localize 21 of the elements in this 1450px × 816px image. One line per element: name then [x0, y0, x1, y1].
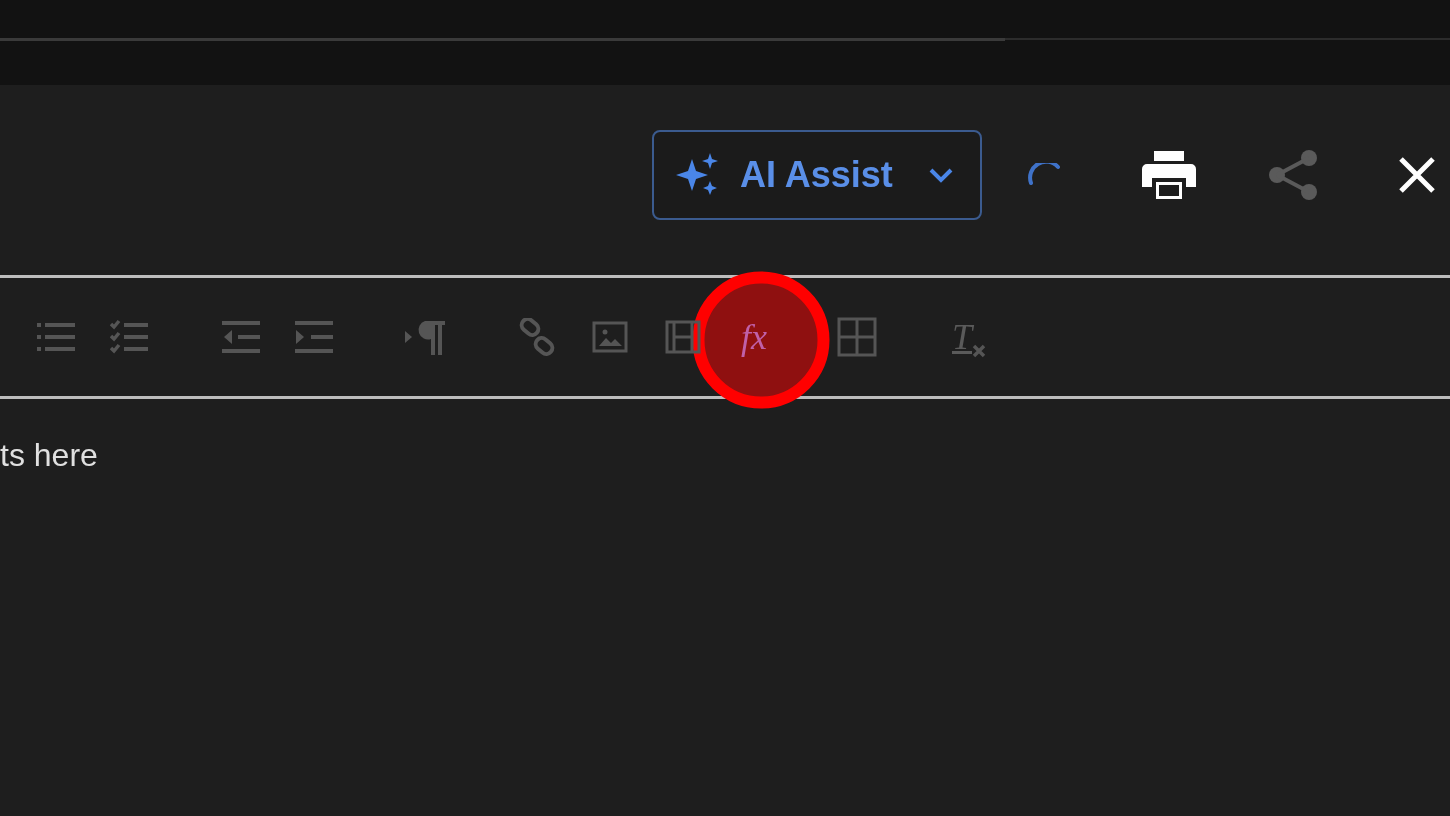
chevron-down-icon — [928, 167, 954, 183]
sparkle-icon — [676, 153, 720, 197]
checklist-icon — [110, 319, 148, 355]
ai-assist-button[interactable]: AI Assist — [652, 130, 982, 220]
paragraph-direction-icon — [405, 319, 445, 355]
indent-icon — [295, 321, 333, 353]
link-button[interactable] — [518, 315, 556, 359]
formula-button[interactable]: fx — [741, 315, 767, 359]
table-icon — [837, 317, 877, 357]
clear-format-button[interactable]: T — [952, 315, 986, 359]
bullet-list-icon — [37, 320, 75, 354]
outdent-icon — [222, 321, 260, 353]
close-icon — [972, 344, 986, 358]
image-icon — [592, 321, 628, 353]
film-icon — [665, 320, 701, 354]
close-icon[interactable] — [1398, 156, 1436, 194]
table-button[interactable] — [837, 315, 877, 359]
link-icon — [518, 318, 556, 356]
print-icon[interactable] — [1142, 151, 1196, 199]
clear-format-icon: T — [952, 316, 972, 358]
editor-text: ts here — [0, 437, 99, 474]
